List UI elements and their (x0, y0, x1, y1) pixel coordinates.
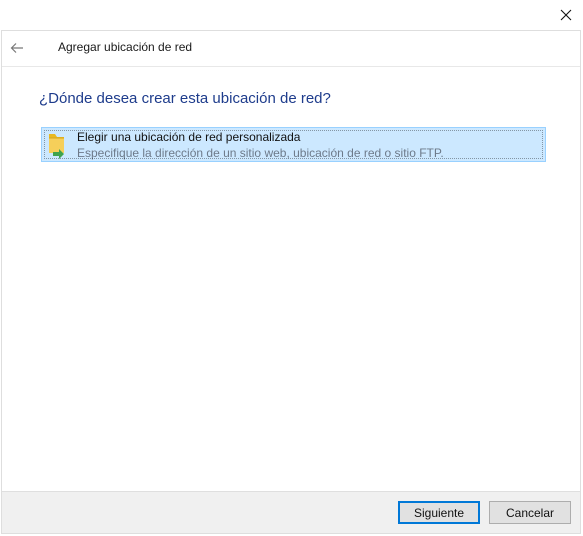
next-button[interactable]: Siguiente (398, 501, 480, 524)
button-bar: Siguiente Cancelar (2, 491, 580, 533)
title-bar (0, 0, 583, 30)
dialog-window: Agregar ubicación de red ¿Dónde desea cr… (0, 0, 583, 536)
option-title: Elegir una ubicación de red personalizad… (77, 130, 301, 144)
back-arrow-icon (10, 43, 23, 53)
option-custom-network-location[interactable]: Elegir una ubicación de red personalizad… (41, 127, 546, 162)
close-button[interactable] (555, 4, 577, 26)
network-folder-icon (49, 134, 64, 159)
wizard-frame: Agregar ubicación de red ¿Dónde desea cr… (1, 30, 581, 534)
wizard-header: Agregar ubicación de red (2, 31, 580, 67)
close-icon (560, 9, 572, 21)
option-description: Especifique la dirección de un sitio web… (77, 146, 444, 160)
cancel-button[interactable]: Cancelar (489, 501, 571, 524)
wizard-title: Agregar ubicación de red (58, 40, 193, 54)
page-heading: ¿Dónde desea crear esta ubicación de red… (39, 90, 331, 107)
back-button[interactable] (6, 37, 28, 59)
